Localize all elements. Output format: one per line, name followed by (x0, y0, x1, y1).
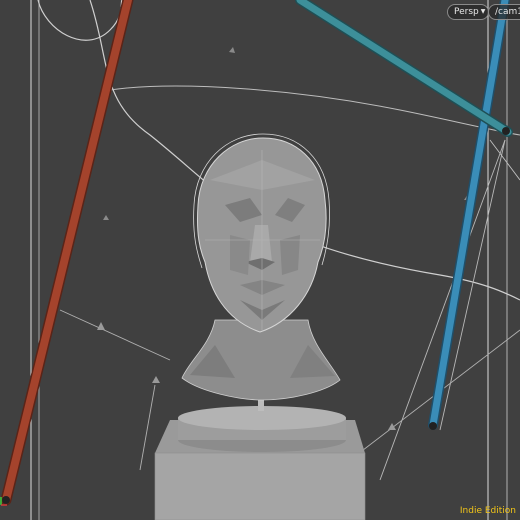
curve-top-left (37, 0, 123, 41)
guide-diagonal-2 (139, 384, 156, 471)
wire-curve-upper (109, 85, 520, 136)
guide-diagonal-1 (59, 309, 171, 361)
scene-viewport[interactable]: Persp▼ /cam1▼ Indie Edition (0, 0, 520, 520)
pedestal[interactable] (154, 395, 366, 520)
camera-menu[interactable]: /cam1▼ (488, 4, 520, 20)
axis-origin-icon (0, 497, 7, 506)
light-rod-blue[interactable] (429, 0, 509, 429)
guide-diagonal-3 (379, 139, 506, 481)
light-marker-4 (152, 376, 160, 383)
light-marker-5 (388, 423, 396, 430)
light-marker-1 (229, 47, 235, 53)
light-rod-blue-tip (429, 422, 437, 430)
head-bust[interactable] (181, 133, 341, 401)
view-type-label: Persp (454, 7, 479, 17)
guide-diagonal-6 (489, 139, 520, 181)
scene-canvas[interactable] (0, 0, 520, 520)
view-type-menu[interactable]: Persp ▼ (447, 4, 489, 20)
camera-label: /cam1 (495, 7, 520, 17)
light-rod-teal-tip (502, 127, 510, 135)
light-rod-red[interactable] (2, 0, 132, 504)
edition-label: Indie Edition (459, 506, 516, 516)
caret-down-icon: ▼ (480, 8, 486, 15)
light-marker-3 (97, 322, 105, 330)
light-marker-2 (103, 215, 109, 220)
